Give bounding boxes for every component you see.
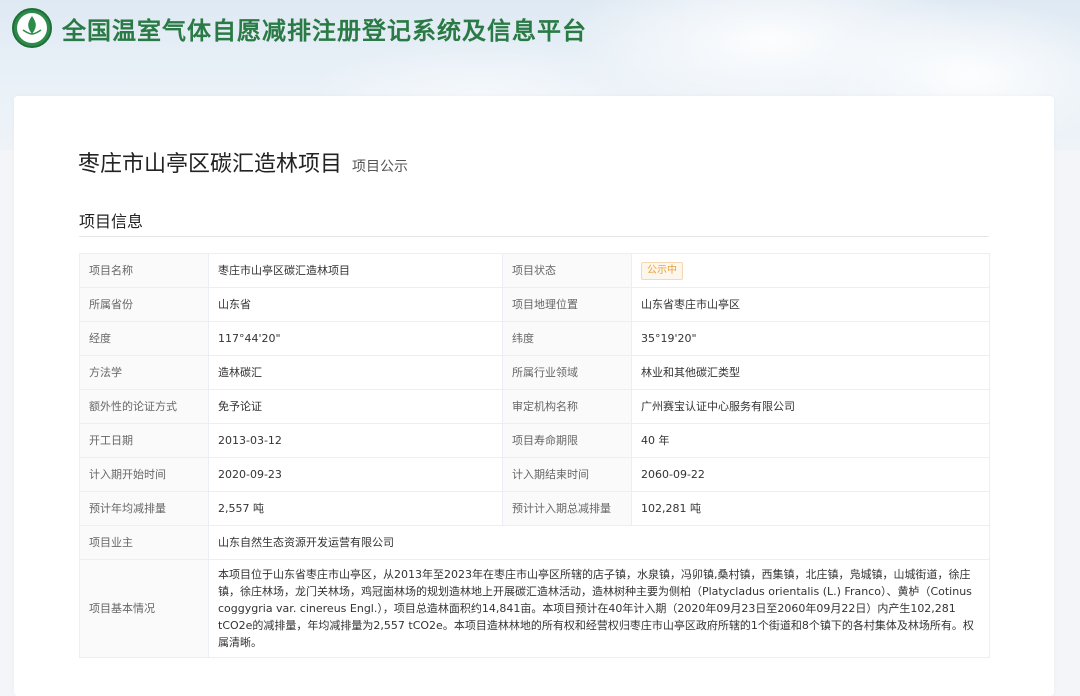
owner-label: 项目业主 — [79, 525, 209, 560]
project-tag: 项目公示 — [352, 159, 409, 175]
table-row: 方法学 造林碳汇 所属行业领域 林业和其他碳汇类型 — [79, 355, 990, 390]
project-info-table: 项目名称 枣庄市山亭区碳汇造林项目 项目状态 公示中 所属省份 山东省 项目地理… — [79, 253, 990, 658]
row-value: 造林碳汇 — [208, 355, 503, 390]
row-value: 广州赛宝认证中心服务有限公司 — [631, 389, 990, 424]
row-label: 方法学 — [79, 355, 209, 390]
row-label: 项目名称 — [79, 253, 209, 288]
row-value: 2,557 吨 — [208, 491, 503, 526]
row-label: 开工日期 — [79, 423, 209, 458]
row-label: 项目寿命期限 — [502, 423, 632, 458]
owner-value: 山东自然生态资源开发运营有限公司 — [208, 525, 990, 560]
site-header: 全国温室气体自愿减排注册登记系统及信息平台 — [12, 8, 587, 48]
row-value: 林业和其他碳汇类型 — [631, 355, 990, 390]
row-label: 审定机构名称 — [502, 389, 632, 424]
table-row: 项目业主 山东自然生态资源开发运营有限公司 — [79, 525, 990, 560]
table-row: 经度 117°44'20" 纬度 35°19'20" — [79, 321, 990, 356]
row-label: 预计计入期总减排量 — [502, 491, 632, 526]
row-value: 山东省 — [208, 287, 503, 322]
row-label: 项目状态 — [502, 253, 632, 288]
row-value: 公示中 — [631, 253, 990, 288]
row-value: 免予论证 — [208, 389, 503, 424]
summary-value: 本项目位于山东省枣庄市山亭区，从2013年至2023年在枣庄市山亭区所辖的店子镇… — [208, 559, 990, 658]
row-value: 40 年 — [631, 423, 990, 458]
row-label: 纬度 — [502, 321, 632, 356]
row-value: 2013-03-12 — [208, 423, 503, 458]
row-label: 预计年均减排量 — [79, 491, 209, 526]
row-value: 2020-09-23 — [208, 457, 503, 492]
row-value: 山东省枣庄市山亭区 — [631, 287, 990, 322]
project-title: 枣庄市山亭区碳汇造林项目 — [78, 152, 343, 177]
section-title: 项目信息 — [79, 212, 144, 231]
row-label: 经度 — [79, 321, 209, 356]
row-value: 102,281 吨 — [631, 491, 990, 526]
row-label: 额外性的论证方式 — [79, 389, 209, 424]
table-row: 所属省份 山东省 项目地理位置 山东省枣庄市山亭区 — [79, 287, 990, 322]
row-label: 计入期开始时间 — [79, 457, 209, 492]
row-label: 所属省份 — [79, 287, 209, 322]
row-value: 117°44'20" — [208, 321, 503, 356]
summary-label: 项目基本情况 — [79, 559, 209, 658]
table-row: 开工日期 2013-03-12 项目寿命期限 40 年 — [79, 423, 990, 458]
table-row: 计入期开始时间 2020-09-23 计入期结束时间 2060-09-22 — [79, 457, 990, 492]
table-row: 预计年均减排量 2,557 吨 预计计入期总减排量 102,281 吨 — [79, 491, 990, 526]
row-label: 计入期结束时间 — [502, 457, 632, 492]
project-heading: 枣庄市山亭区碳汇造林项目 项目公示 — [78, 146, 408, 178]
row-label: 项目地理位置 — [502, 287, 632, 322]
row-value: 枣庄市山亭区碳汇造林项目 — [208, 253, 503, 288]
status-badge: 公示中 — [641, 262, 683, 280]
table-row: 额外性的论证方式 免予论证 审定机构名称 广州赛宝认证中心服务有限公司 — [79, 389, 990, 424]
row-value: 2060-09-22 — [631, 457, 990, 492]
section-divider — [79, 236, 989, 237]
site-title[interactable]: 全国温室气体自愿减排注册登记系统及信息平台 — [62, 11, 587, 46]
table-row: 项目基本情况 本项目位于山东省枣庄市山亭区，从2013年至2023年在枣庄市山亭… — [79, 559, 990, 658]
mee-logo-icon[interactable] — [12, 8, 52, 48]
row-label: 所属行业领域 — [502, 355, 632, 390]
row-value: 35°19'20" — [631, 321, 990, 356]
table-row: 项目名称 枣庄市山亭区碳汇造林项目 项目状态 公示中 — [79, 253, 990, 288]
